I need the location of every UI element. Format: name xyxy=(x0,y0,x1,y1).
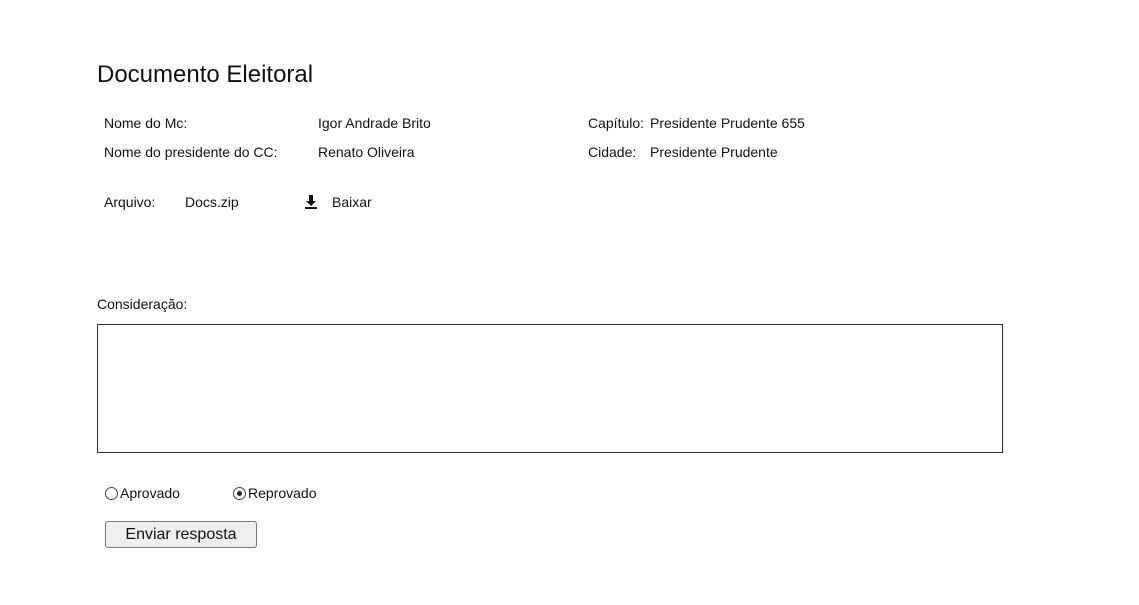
download-label: Baixar xyxy=(332,194,372,210)
radio-approved-label: Aprovado xyxy=(120,485,180,501)
cc-president-value: Renato Oliveira xyxy=(318,144,415,160)
radio-rejected-circle[interactable] xyxy=(233,486,246,500)
city-label: Cidade: xyxy=(588,144,637,160)
city-value: Presidente Prudente xyxy=(650,144,778,160)
submit-button[interactable]: Enviar resposta xyxy=(105,521,257,548)
cc-president-label: Nome do presidente do CC: xyxy=(104,144,278,160)
page: Documento Eleitoral Nome do Mc: Igor And… xyxy=(0,0,1139,605)
radio-approved-circle[interactable] xyxy=(105,486,118,500)
radio-rejected[interactable]: Reprovado xyxy=(233,484,317,502)
radio-rejected-label: Reprovado xyxy=(248,485,317,501)
mc-name-value: Igor Andrade Brito xyxy=(318,115,431,131)
page-title: Documento Eleitoral xyxy=(97,61,314,88)
mc-name-label: Nome do Mc: xyxy=(104,115,188,131)
download-icon xyxy=(303,194,319,210)
file-name: Docs.zip xyxy=(185,194,239,210)
chapter-label: Capítulo: xyxy=(588,115,645,131)
radio-approved[interactable]: Aprovado xyxy=(105,484,180,502)
download-button[interactable]: Baixar xyxy=(303,191,372,213)
consideration-label: Consideração: xyxy=(97,296,188,312)
chapter-value: Presidente Prudente 655 xyxy=(650,115,805,131)
file-label: Arquivo: xyxy=(104,194,156,210)
consideration-textarea[interactable] xyxy=(97,324,1003,453)
